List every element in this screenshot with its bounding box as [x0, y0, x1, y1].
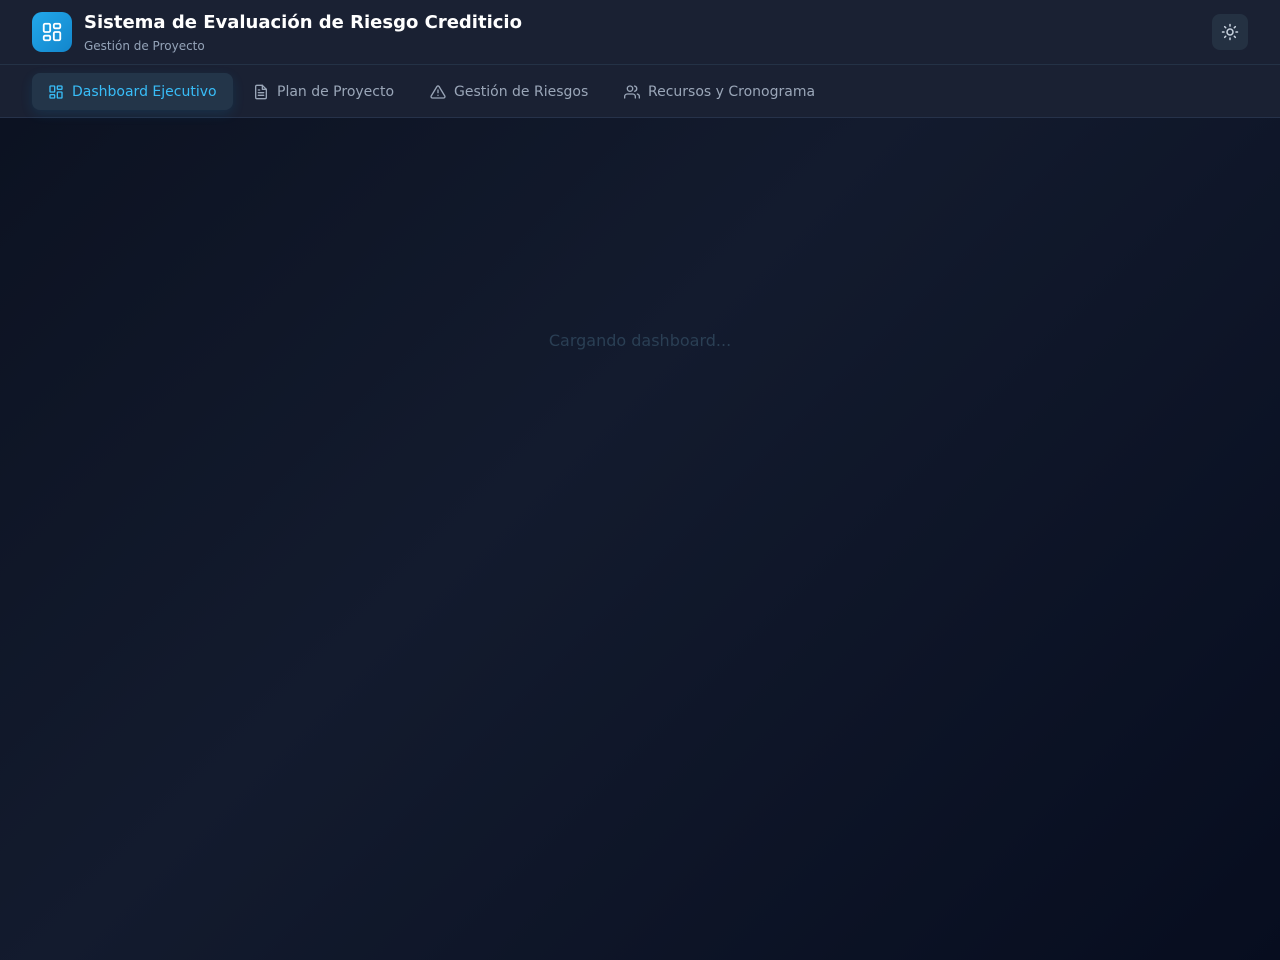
alert-triangle-icon: [430, 84, 446, 99]
app-subtitle: Gestión de Proyecto: [84, 39, 205, 53]
app-header: Sistema de Evaluación de Riesgo Creditic…: [0, 0, 1280, 65]
app-logo: [32, 12, 72, 52]
theme-toggle-button[interactable]: [1212, 14, 1248, 50]
layout-grid-icon: [49, 84, 63, 99]
tab-label: Recursos y Cronograma: [648, 83, 816, 100]
tab-label: Dashboard Ejecutivo: [72, 83, 217, 100]
dashboard-grid-icon: [42, 22, 62, 42]
tab-gestion-de-riesgos[interactable]: Gestión de Riesgos: [414, 73, 604, 110]
main-nav: Dashboard Ejecutivo Plan de Proyecto Ges…: [0, 65, 1280, 118]
loading-indicator-text: Cargando dashboard...: [548, 331, 732, 350]
file-text-icon: [255, 84, 267, 99]
sun-icon: [1221, 23, 1239, 41]
app-title: Sistema de Evaluación de Riesgo Creditic…: [84, 12, 522, 33]
tab-label: Plan de Proyecto: [277, 83, 395, 100]
tab-plan-de-proyecto[interactable]: Plan de Proyecto: [237, 73, 410, 110]
tab-label: Gestión de Riesgos: [454, 83, 589, 100]
tab-dashboard-ejecutivo[interactable]: Dashboard Ejecutivo: [32, 73, 233, 110]
users-icon: [624, 84, 640, 99]
tab-recursos-y-cronograma[interactable]: Recursos y Cronograma: [608, 73, 831, 110]
